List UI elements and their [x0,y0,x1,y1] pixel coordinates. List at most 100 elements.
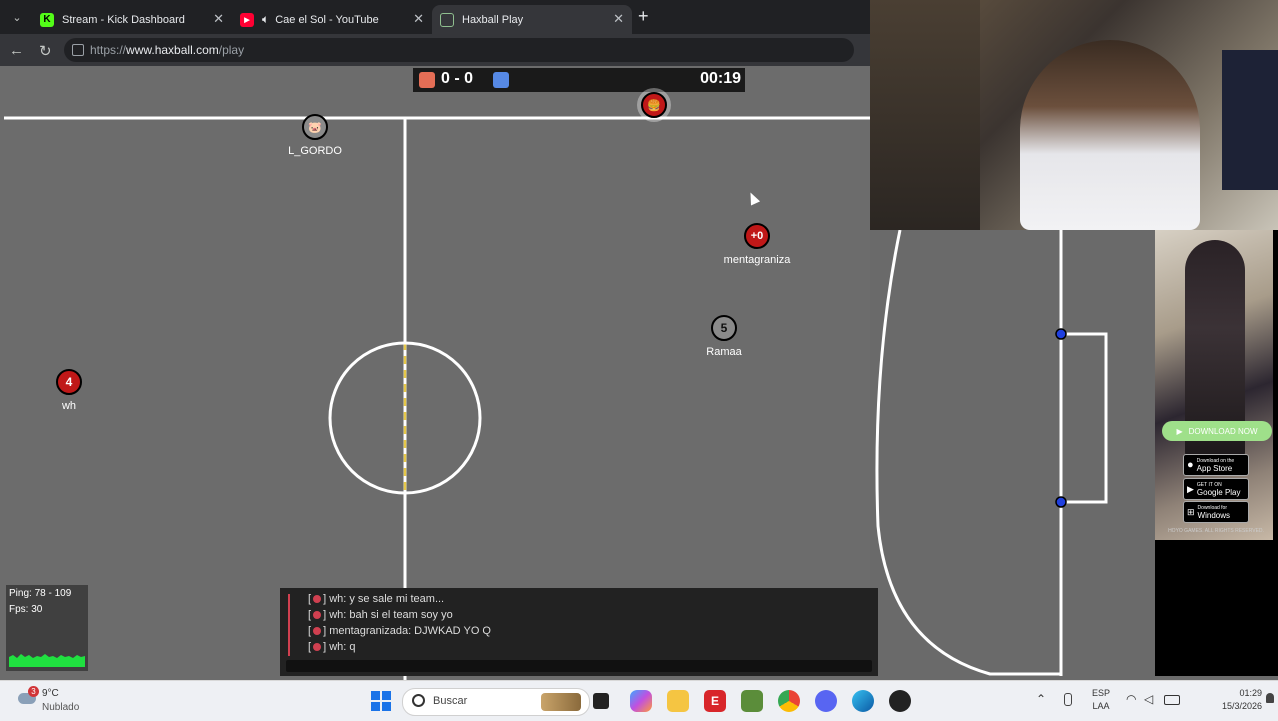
url-bar[interactable]: https://www.haxball.com/play [64,38,854,62]
webcam-shelf [870,0,980,230]
chat-message: [] wh: q [308,641,356,653]
player-self: 🍔 [641,92,667,118]
close-icon[interactable]: ✕ [613,11,624,27]
obs-icon[interactable] [889,690,911,712]
search-highlight-icon [541,693,581,711]
url-path: /play [218,43,245,57]
volume-icon[interactable]: ◁ [1144,692,1153,706]
player-name: L_GORDO [288,145,342,157]
play-circle-icon: ▶ [1176,426,1183,436]
language-indicator[interactable]: ESP LAA [1086,687,1116,713]
chat-message: [] mentagranizada: DJWKAD YO Q [308,625,491,637]
tab-kick[interactable]: K Stream - Kick Dashboard ✕ [32,5,232,34]
chat-text: wh: y se sale mi team... [329,593,445,605]
site-info-icon[interactable] [72,44,84,56]
player-avatar: 🍔 [647,99,661,112]
blue-team-square [493,72,509,88]
chat-message: [] wh: bah si el team soy yo [308,609,453,621]
network-stats-panel: Ping: 78 - 109 Fps: 30 [6,585,88,671]
close-icon[interactable]: ✕ [213,11,224,27]
battery-icon[interactable] [1164,695,1180,705]
player-ramaa: 5 [711,315,737,341]
apple-icon: ● [1187,459,1194,471]
tab-search-button[interactable]: ⌄ [8,9,26,27]
copilot-icon[interactable] [630,690,652,712]
new-tab-button[interactable]: + [638,6,649,27]
player-avatar: 4 [65,375,73,389]
speaker-icon[interactable]: 🔈︎ [262,12,269,27]
download-now-button[interactable]: ▶ DOWNLOAD NOW [1162,421,1272,441]
lang-top: ESP [1091,688,1110,698]
badge-label: Google Play [1196,488,1241,497]
notification-badge: 3 [28,686,39,697]
taskbar: 3 9°C Nublado Buscar E ⌃ ESP LAA ◠ ◁ 01:… [0,680,1278,721]
google-play-icon: ▶ [1187,483,1194,494]
reload-icon[interactable]: ↻ [39,42,52,60]
clock-time: 01:29 [1239,688,1262,698]
scoreboard: 0 - 0 00:19 [413,68,745,92]
youtube-icon: ▶ [240,12,254,27]
score-text: 0 - 0 [441,70,474,87]
close-icon[interactable]: ✕ [413,11,424,27]
app-e-icon[interactable]: E [704,690,726,712]
chevron-up-icon[interactable]: ⌃ [1036,692,1046,706]
wifi-icon[interactable]: ◠ [1126,692,1136,706]
task-view-icon[interactable] [593,693,609,709]
weather-temp: 9°C [42,688,59,699]
notification-bell-icon[interactable] [1266,693,1274,703]
player-wh: 4 [56,369,82,395]
player-name: wh [61,400,77,412]
haxball-icon [440,12,454,27]
search-icon [412,694,425,707]
tab-title: Haxball Play [462,13,524,26]
fps-text: Fps: 30 [9,604,43,615]
player-mentagraniza: +0 [744,223,770,249]
player-avatar: 🐷 [308,121,322,134]
download-label: DOWNLOAD NOW [1188,426,1258,436]
player-l-gordo: 🐷 [302,114,328,140]
tab-youtube[interactable]: ▶ 🔈︎ Cae el Sol - YouTube ✕ [232,5,432,34]
url-domain: www.haxball.com [126,43,219,57]
chat-message: [] wh: y se sale mi team... [308,593,445,605]
windows-badge[interactable]: ⊞ Download for Windows [1183,501,1249,523]
match-timer: 00:19 [700,70,741,87]
team-dot-icon [313,611,322,620]
fps-graph [9,654,85,667]
player-name: mentagraniza [723,254,791,266]
ad-footer: HOYO GAMES. ALL RIGHTS RESERVED. [1168,528,1264,534]
tab-title: Stream - Kick Dashboard [62,13,185,26]
chrome-icon[interactable] [778,690,800,712]
app-store-badge[interactable]: ● Download on the App Store [1183,454,1249,476]
chat-panel: [] wh: y se sale mi team... [] wh: bah s… [280,588,878,676]
ping-text: Ping: 78 - 109 [9,588,72,599]
file-explorer-icon[interactable] [667,690,689,712]
microphone-icon[interactable] [1064,693,1072,706]
webcam-jacket [1222,50,1278,190]
google-play-badge[interactable]: ▶ GET IT ON Google Play [1183,478,1249,500]
tab-strip: ⌄ K Stream - Kick Dashboard ✕ ▶ 🔈︎ Cae e… [0,0,870,34]
windows-logo-icon [371,691,380,700]
webcam-person [1020,40,1200,230]
windows-logo-icon: ⊞ [1187,506,1195,517]
badge-label: Windows [1197,511,1230,520]
address-toolbar: ← ↻ https://www.haxball.com/play [0,34,870,66]
start-button[interactable] [371,691,391,711]
badge-label: App Store [1196,464,1233,473]
team-dot-icon [313,627,322,636]
goal-post [1055,328,1067,340]
weather-widget[interactable]: 3 9°C Nublado [14,685,94,717]
back-arrow-icon[interactable]: ← [9,42,24,59]
clock[interactable]: 01:29 15/3/2026 [1200,687,1262,713]
player-name: Ramaa [706,346,742,358]
player-avatar: +0 [750,230,764,242]
taskbar-search[interactable]: Buscar [402,688,590,716]
player-avatar: 5 [720,321,728,335]
edge-icon[interactable] [852,690,874,712]
tab-title: Cae el Sol - YouTube [275,13,379,26]
weather-desc: Nublado [42,702,80,713]
minecraft-icon[interactable] [741,690,763,712]
chat-input[interactable] [286,660,872,672]
discord-icon[interactable] [815,690,837,712]
clock-date: 15/3/2026 [1221,701,1262,711]
tab-haxball[interactable]: Haxball Play ✕ [432,5,632,34]
